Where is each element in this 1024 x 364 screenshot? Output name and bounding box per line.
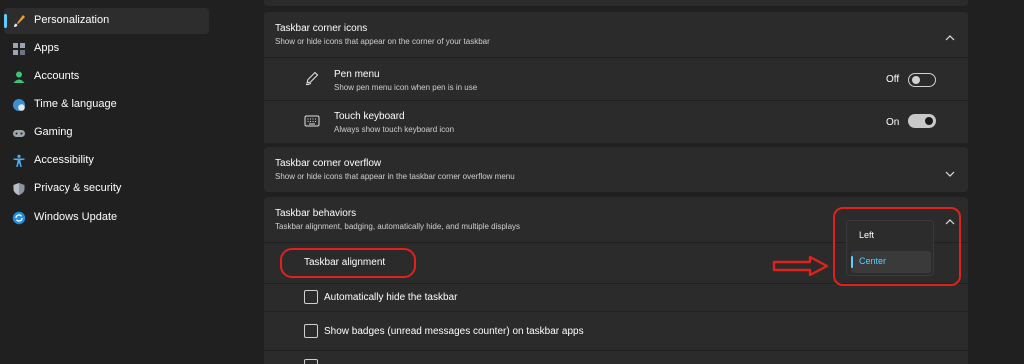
pen-menu-subtitle: Show pen menu icon when pen is in use — [334, 83, 478, 92]
touch-keyboard-row: Touch keyboard Always show touch keyboar… — [264, 101, 968, 143]
sidebar-item-accounts[interactable]: Accounts — [4, 64, 209, 90]
sidebar-item-time-language[interactable]: Time & language — [4, 92, 209, 118]
annotation-arrow-icon — [772, 255, 830, 282]
pen-menu-toggle[interactable] — [908, 73, 936, 87]
person-icon — [12, 70, 26, 84]
sidebar: Personalization Apps Accounts Time & lan… — [0, 0, 220, 364]
annotation-highlight-oval — [280, 248, 416, 278]
corner-overflow-subtitle: Show or hide icons that appear in the ta… — [275, 172, 515, 181]
sidebar-item-accessibility[interactable]: Accessibility — [4, 148, 209, 174]
accessibility-icon — [12, 154, 26, 168]
corner-overflow-header[interactable]: Taskbar corner overflow Show or hide ico… — [264, 147, 968, 192]
touch-keyboard-state-label: On — [886, 117, 900, 128]
gamepad-icon — [12, 126, 26, 140]
corner-overflow-title: Taskbar corner overflow — [275, 158, 382, 169]
touch-keyboard-toggle[interactable] — [908, 114, 936, 128]
badges-label: Show badges (unread messages counter) on… — [324, 326, 584, 337]
shield-icon — [12, 182, 26, 196]
auto-hide-label: Automatically hide the taskbar — [324, 292, 458, 303]
corner-icons-title: Taskbar corner icons — [275, 23, 368, 34]
update-icon — [12, 211, 26, 225]
chevron-down-icon[interactable] — [944, 166, 956, 177]
behaviors-subtitle: Taskbar alignment, badging, automaticall… — [275, 222, 521, 231]
pen-menu-row: Pen menu Show pen menu icon when pen is … — [264, 58, 968, 100]
paintbrush-icon — [12, 14, 26, 28]
auto-hide-checkbox[interactable] — [304, 290, 318, 304]
partial-checkbox[interactable] — [304, 359, 318, 364]
badges-row: Show badges (unread messages counter) on… — [264, 312, 968, 350]
sidebar-item-label: Accessibility — [34, 154, 94, 166]
sidebar-item-label: Accounts — [34, 70, 80, 82]
chevron-up-icon[interactable] — [944, 30, 956, 41]
sidebar-item-privacy-security[interactable]: Privacy & security — [4, 176, 209, 202]
selection-indicator — [4, 14, 7, 28]
touch-keyboard-title: Touch keyboard — [334, 111, 405, 122]
badges-checkbox[interactable] — [304, 324, 318, 338]
corner-icons-subtitle: Show or hide icons that appear on the co… — [275, 37, 490, 46]
sidebar-item-label: Personalization — [34, 14, 110, 26]
next-row-partial — [264, 351, 968, 364]
sidebar-item-label: Windows Update — [34, 211, 118, 223]
sidebar-item-label: Gaming — [34, 126, 73, 138]
sidebar-item-personalization[interactable]: Personalization — [4, 8, 209, 34]
annotation-highlight-rect — [833, 207, 961, 286]
sidebar-item-label: Privacy & security — [34, 182, 122, 194]
auto-hide-row: Automatically hide the taskbar — [264, 284, 968, 311]
previous-card-edge — [264, 0, 968, 6]
sidebar-item-gaming[interactable]: Gaming — [4, 120, 209, 146]
pen-menu-title: Pen menu — [334, 69, 380, 80]
sidebar-item-windows-update[interactable]: Windows Update — [4, 205, 209, 231]
toggle-knob — [912, 76, 920, 84]
globe-clock-icon — [12, 98, 26, 112]
apps-icon — [12, 42, 26, 56]
keyboard-icon — [304, 114, 320, 133]
behaviors-title: Taskbar behaviors — [275, 208, 357, 219]
toggle-knob — [925, 117, 933, 125]
sidebar-item-apps[interactable]: Apps — [4, 36, 209, 62]
touch-keyboard-subtitle: Always show touch keyboard icon — [334, 125, 455, 134]
sidebar-item-label: Apps — [34, 42, 60, 54]
corner-icons-header[interactable]: Taskbar corner icons Show or hide icons … — [264, 12, 968, 57]
sidebar-item-label: Time & language — [34, 98, 117, 110]
pen-icon — [304, 70, 320, 91]
pen-menu-state-label: Off — [886, 74, 900, 85]
